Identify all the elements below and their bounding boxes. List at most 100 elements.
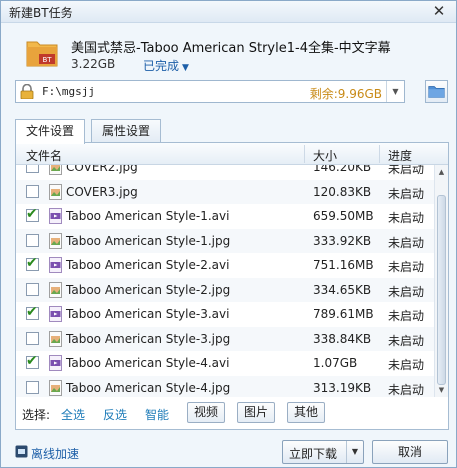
file-size: 334.65KB bbox=[313, 282, 372, 297]
tab-file-settings[interactable]: 文件设置 bbox=[15, 119, 86, 144]
filter-video-button[interactable]: 视频 bbox=[187, 402, 226, 423]
save-path-field[interactable]: 剩余:9.96GB ▼ bbox=[15, 80, 405, 103]
selection-filter-bar: 选择: 全选 反选 智能 视频 图片 其他 bbox=[16, 400, 448, 428]
file-checkbox[interactable]: ✔ bbox=[26, 184, 39, 198]
file-progress: 未启动 bbox=[388, 309, 425, 323]
file-progress: 未启动 bbox=[388, 284, 425, 299]
file-size: 751.16MB bbox=[313, 258, 374, 272]
scroll-thumb[interactable] bbox=[437, 195, 446, 385]
file-row[interactable]: ✔ Taboo American Style-1.avi 659.50MB 未启动 bbox=[16, 204, 434, 228]
file-progress: 未启动 bbox=[388, 165, 425, 176]
close-button[interactable]: ✕ bbox=[430, 2, 448, 20]
select-all-link[interactable]: 全选 bbox=[61, 406, 85, 423]
download-now-button[interactable]: 立即下载 ▼ bbox=[282, 440, 364, 464]
browse-folder-button[interactable] bbox=[425, 80, 448, 103]
file-checkbox[interactable]: ✔ bbox=[26, 282, 39, 296]
image-file-icon bbox=[49, 183, 62, 200]
file-row[interactable]: ✔ Taboo American Style-3.avi 789.61MB 未启动 bbox=[16, 302, 434, 326]
bt-folder-icon: BT bbox=[26, 41, 58, 67]
file-row[interactable]: ✔ Taboo American Style-4.jpg 313.19KB 未启动 bbox=[16, 375, 434, 397]
image-file-icon bbox=[49, 330, 62, 347]
file-progress: 未启动 bbox=[388, 260, 425, 274]
invert-selection-link[interactable]: 反选 bbox=[103, 406, 127, 423]
column-divider bbox=[379, 145, 380, 163]
file-size: 146.20KB bbox=[313, 165, 372, 174]
file-row[interactable]: ✔ Taboo American Style-2.avi 751.16MB 未启动 bbox=[16, 253, 434, 277]
video-file-icon bbox=[49, 257, 62, 273]
scroll-down-arrow[interactable]: ▼ bbox=[435, 383, 448, 397]
filter-other-button[interactable]: 其他 bbox=[287, 402, 326, 423]
offline-accelerate-link[interactable]: 离线加速 bbox=[31, 445, 79, 462]
file-size: 659.50MB bbox=[313, 209, 374, 223]
file-name: COVER2.jpg bbox=[66, 165, 138, 174]
file-checkbox[interactable]: ✔ bbox=[26, 165, 39, 173]
task-size: 3.22GB bbox=[71, 57, 116, 71]
tab-property-settings[interactable]: 属性设置 bbox=[91, 119, 162, 143]
file-checkbox[interactable]: ✔ bbox=[26, 255, 39, 271]
file-row[interactable]: ✔ Taboo American Style-1.jpg 333.92KB 未启动 bbox=[16, 228, 434, 253]
file-row[interactable]: ✔ COVER2.jpg 146.20KB 未启动 bbox=[16, 165, 434, 179]
image-file-icon bbox=[49, 165, 62, 175]
video-file-icon bbox=[49, 306, 62, 322]
file-size: 338.84KB bbox=[313, 331, 372, 346]
task-header: BT 美国式禁忌-Taboo American Stryle1-4全集-中文字幕… bbox=[1, 23, 456, 75]
file-name: Taboo American Style-4.avi bbox=[66, 356, 230, 370]
checkmark-icon: ✔ bbox=[26, 206, 38, 222]
scroll-up-arrow[interactable]: ▲ bbox=[435, 165, 448, 179]
file-row[interactable]: ✔ COVER3.jpg 120.83KB 未启动 bbox=[16, 179, 434, 204]
file-name: Taboo American Style-2.avi bbox=[66, 258, 230, 272]
lock-icon bbox=[20, 84, 34, 99]
file-size: 1.07GB bbox=[313, 356, 358, 370]
file-name: Taboo American Style-1.avi bbox=[66, 209, 230, 223]
file-name: Taboo American Style-2.jpg bbox=[66, 282, 231, 297]
column-divider bbox=[304, 145, 305, 163]
video-file-icon bbox=[49, 208, 62, 224]
file-row[interactable]: ✔ Taboo American Style-2.jpg 334.65KB 未启动 bbox=[16, 277, 434, 302]
save-path-input[interactable] bbox=[42, 83, 312, 100]
path-history-dropdown[interactable]: ▼ bbox=[386, 81, 404, 102]
checkmark-icon: ✔ bbox=[26, 255, 38, 271]
file-checkbox[interactable]: ✔ bbox=[26, 206, 39, 222]
file-size: 789.61MB bbox=[313, 307, 374, 321]
video-file-icon bbox=[49, 355, 62, 371]
cancel-button[interactable]: 取消 bbox=[372, 440, 448, 464]
file-progress: 未启动 bbox=[388, 358, 425, 372]
folder-icon bbox=[428, 86, 445, 98]
filter-image-button[interactable]: 图片 bbox=[237, 402, 276, 423]
task-name: 美国式禁忌-Taboo American Stryle1-4全集-中文字幕 bbox=[71, 41, 391, 56]
file-name: Taboo American Style-1.jpg bbox=[66, 233, 231, 248]
column-header-name[interactable]: 文件名 bbox=[26, 147, 62, 164]
folder-badge-text: BT bbox=[42, 56, 52, 64]
file-list: ✔ COVER2.jpg 146.20KB 未启动 ✔ COVER3.jpg 120.83K… bbox=[16, 165, 434, 397]
offline-accelerate-icon bbox=[15, 445, 28, 458]
file-name: Taboo American Style-3.avi bbox=[66, 307, 230, 321]
column-header-size[interactable]: 大小 bbox=[313, 147, 337, 164]
download-options-dropdown[interactable]: ▼ bbox=[346, 441, 363, 463]
file-list-header: 文件名 大小 进度 bbox=[16, 143, 448, 165]
image-file-icon bbox=[49, 379, 62, 396]
new-bt-task-dialog: 新建BT任务 ✕ BT 美国式禁忌-Taboo American Stryle1… bbox=[0, 0, 457, 468]
vertical-scrollbar[interactable]: ▲ ▼ bbox=[434, 165, 448, 397]
file-checkbox[interactable]: ✔ bbox=[26, 304, 39, 320]
file-checkbox[interactable]: ✔ bbox=[26, 331, 39, 345]
file-settings-panel: 文件名 大小 进度 ✔ COVER2.jpg 146.20KB 未启动 ✔ COVER3.… bbox=[15, 142, 449, 430]
file-size: 313.19KB bbox=[313, 380, 372, 395]
file-progress: 未启动 bbox=[388, 382, 425, 397]
file-checkbox[interactable]: ✔ bbox=[26, 380, 39, 394]
download-status-dropdown[interactable]: 已完成 ▼ bbox=[143, 57, 189, 74]
file-progress: 未启动 bbox=[388, 333, 425, 348]
file-row[interactable]: ✔ Taboo American Style-4.avi 1.07GB 未启动 bbox=[16, 351, 434, 375]
title-bar: 新建BT任务 ✕ bbox=[1, 1, 456, 23]
column-header-progress[interactable]: 进度 bbox=[388, 147, 412, 164]
selection-label: 选择: bbox=[22, 408, 51, 422]
file-name: Taboo American Style-3.jpg bbox=[66, 331, 231, 346]
file-name: Taboo American Style-4.jpg bbox=[66, 380, 231, 395]
free-space-label: 剩余:9.96GB bbox=[309, 87, 382, 101]
file-checkbox[interactable]: ✔ bbox=[26, 353, 39, 369]
smart-selection-link[interactable]: 智能 bbox=[145, 406, 169, 423]
file-progress: 未启动 bbox=[388, 186, 425, 201]
file-size: 120.83KB bbox=[313, 184, 372, 199]
file-checkbox[interactable]: ✔ bbox=[26, 233, 39, 247]
file-row[interactable]: ✔ Taboo American Style-3.jpg 338.84KB 未启动 bbox=[16, 326, 434, 351]
file-progress: 未启动 bbox=[388, 235, 425, 250]
